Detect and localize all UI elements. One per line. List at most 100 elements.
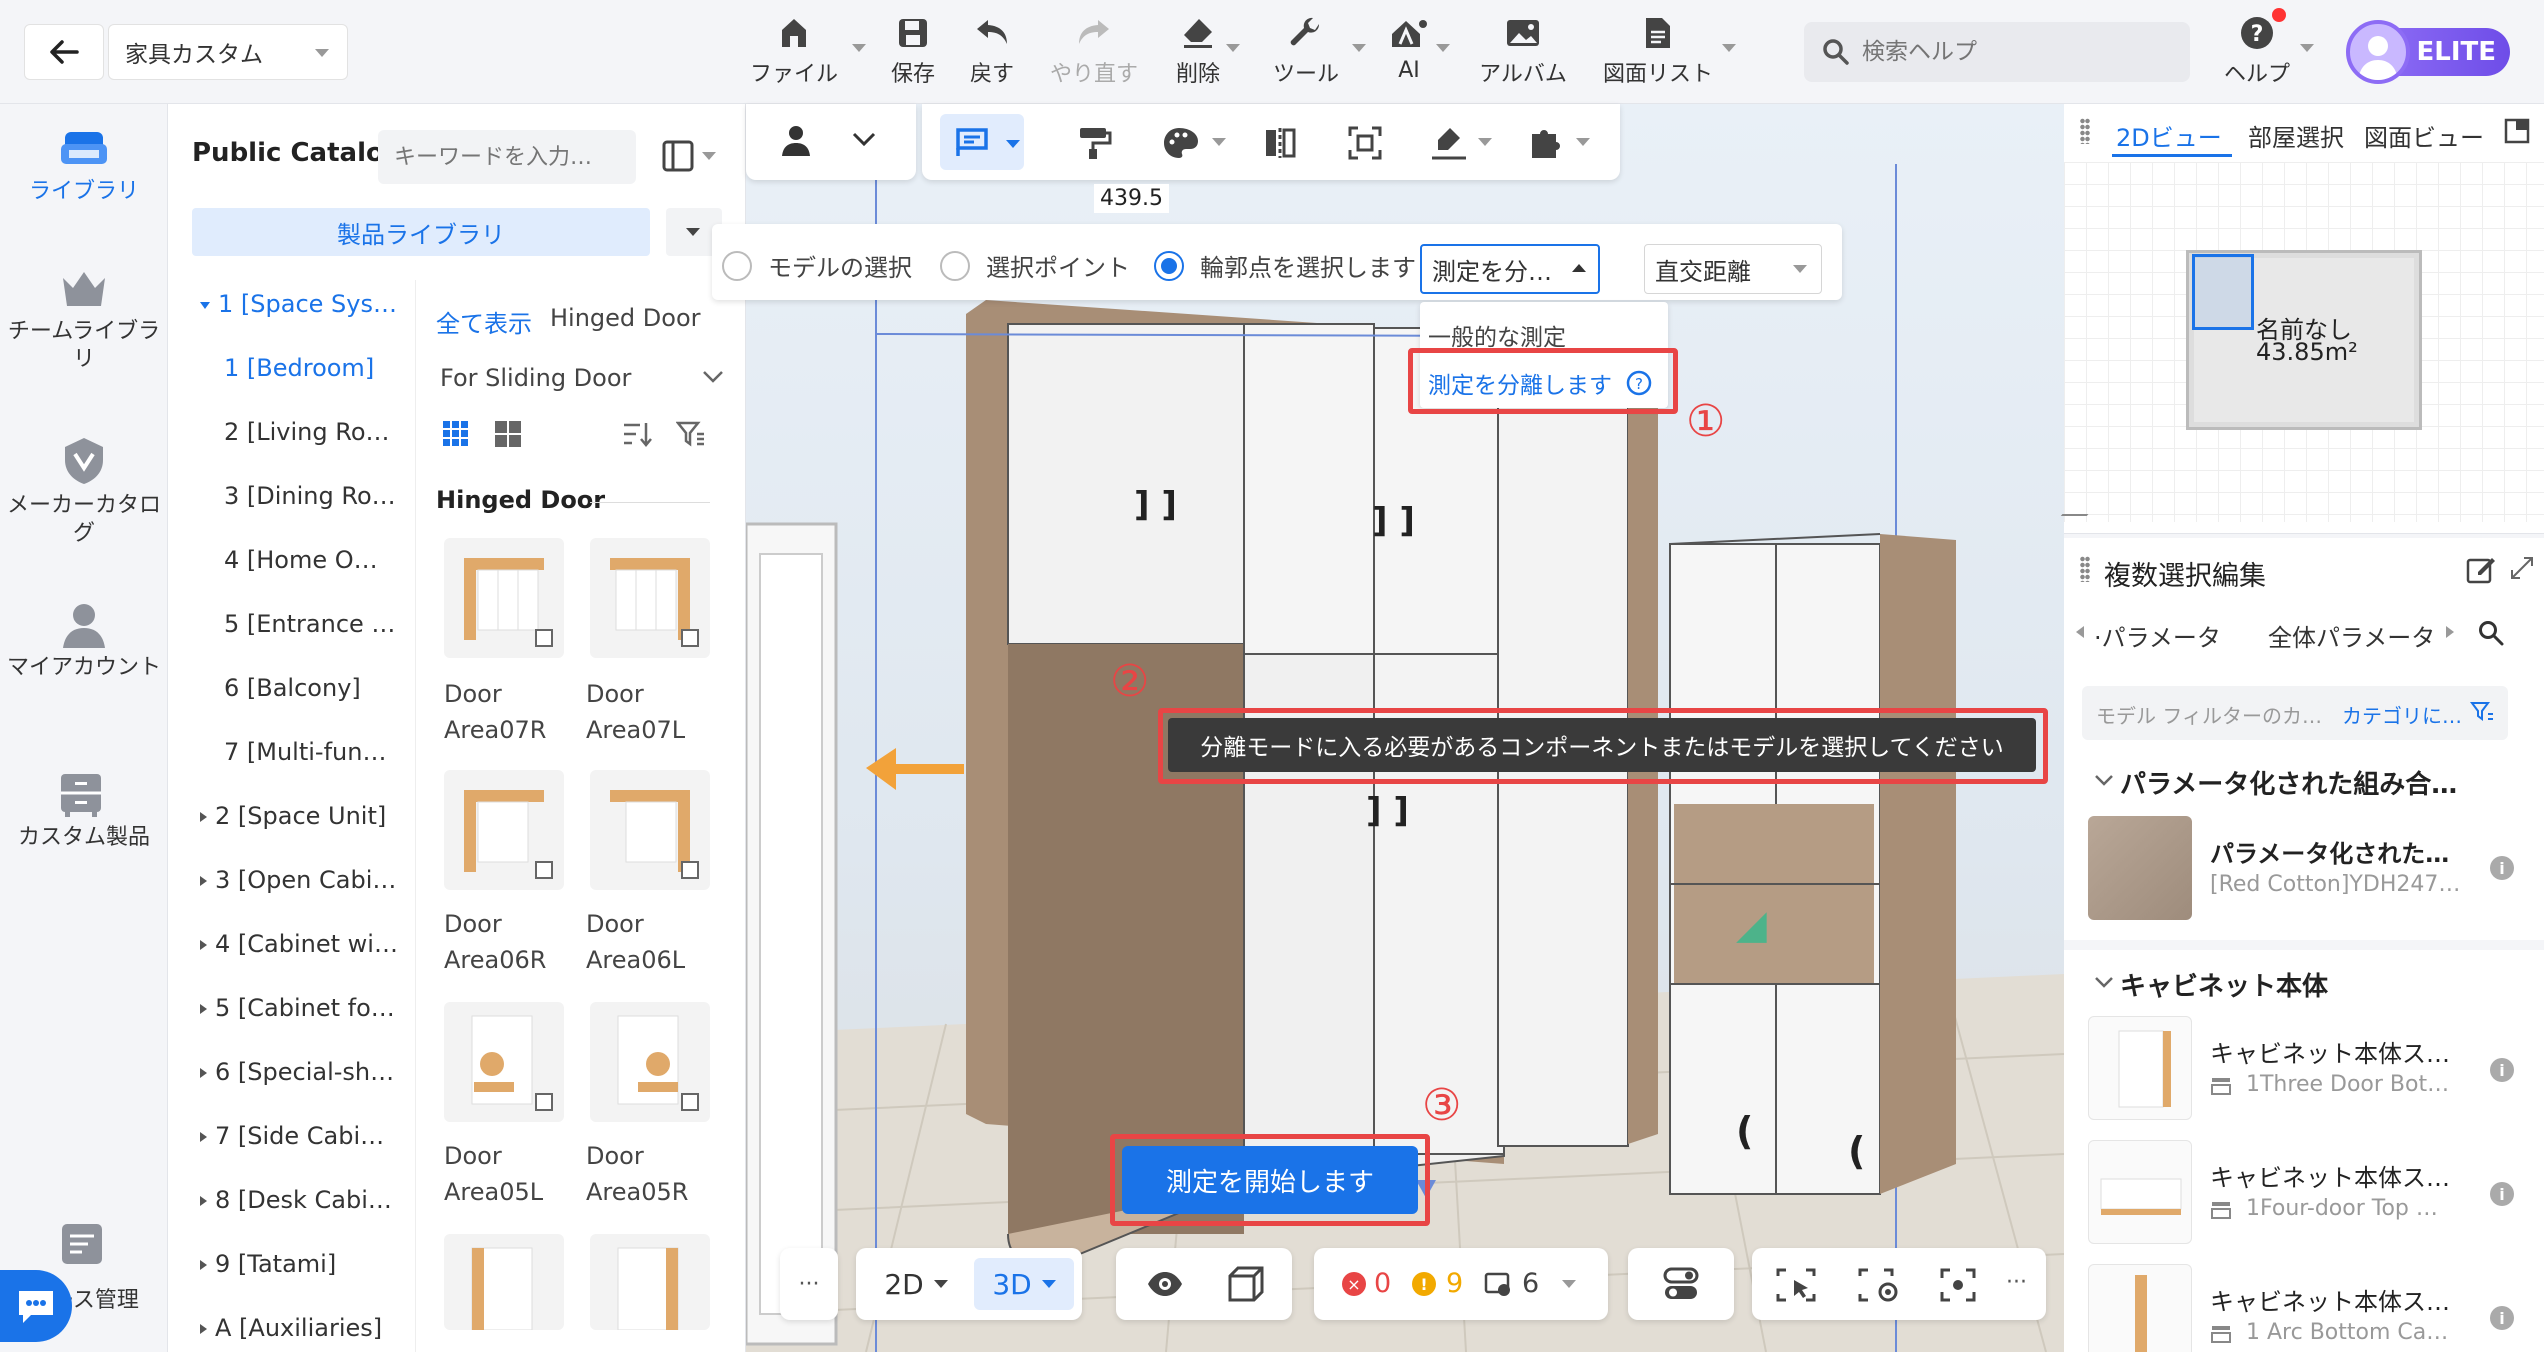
- tree-item[interactable]: 2 [Living Ro…: [224, 418, 390, 446]
- info-icon[interactable]: i: [2490, 1058, 2514, 1082]
- undo-button[interactable]: 戻す: [962, 14, 1022, 88]
- edge-brush-icon[interactable]: [1430, 126, 1468, 160]
- caret-right-icon[interactable]: [200, 812, 207, 822]
- product-thumb[interactable]: [444, 538, 564, 658]
- nav-item-maker-catalog[interactable]: メーカーカタログ: [0, 436, 168, 548]
- palette-icon[interactable]: [1162, 126, 1200, 160]
- redo-button[interactable]: やり直す: [1046, 14, 1142, 88]
- measure-tool-button[interactable]: [940, 114, 1024, 170]
- tree-item[interactable]: 4 [Cabinet wi…: [200, 930, 398, 958]
- tree-item[interactable]: 5 [Entrance …: [224, 610, 395, 638]
- measure-mode-dropdown[interactable]: 測定を分…: [1420, 244, 1600, 294]
- caret-right-icon[interactable]: [200, 1324, 207, 1334]
- save-button[interactable]: 保存: [882, 14, 944, 88]
- resize-handle-icon[interactable]: [2060, 494, 2106, 516]
- caret-right-icon[interactable]: [200, 1196, 207, 1206]
- chat-support-button[interactable]: [0, 1270, 72, 1342]
- caret-right-icon[interactable]: [200, 876, 207, 886]
- info-icon[interactable]: i: [2490, 1306, 2514, 1330]
- product-thumb[interactable]: [590, 770, 710, 890]
- chevron-down-icon[interactable]: [852, 132, 876, 148]
- tab-drawing-view[interactable]: 図面ビュー: [2364, 118, 2484, 153]
- help-button[interactable]: ? ヘルプ: [2222, 14, 2292, 88]
- person-icon[interactable]: [780, 124, 812, 156]
- file-menu-button[interactable]: ファイル: [748, 14, 840, 88]
- info-icon[interactable]: i: [2490, 856, 2514, 880]
- expand-panel-icon[interactable]: [2504, 118, 2530, 144]
- nav-item-library[interactable]: ライブラリ: [0, 128, 168, 206]
- product-thumb[interactable]: [444, 1234, 564, 1331]
- drag-handle-icon[interactable]: [2080, 118, 2090, 144]
- tab-scroll-right-icon[interactable]: [2446, 626, 2454, 638]
- tree-item[interactable]: 3 [Open Cabi…: [200, 866, 396, 894]
- help-search[interactable]: [1804, 22, 2190, 82]
- drag-handle-icon[interactable]: [2080, 556, 2090, 582]
- radio-contour-select[interactable]: 輪郭点を選択します: [1154, 248, 1416, 283]
- catalog-search-input[interactable]: [378, 130, 636, 184]
- caret-right-icon[interactable]: [200, 1260, 207, 1270]
- focus-icon[interactable]: [1940, 1268, 1976, 1302]
- delete-button[interactable]: 削除: [1170, 14, 1226, 88]
- camera-settings-icon[interactable]: [1858, 1268, 1900, 1302]
- grid-large-icon[interactable]: [494, 420, 522, 448]
- tree-item[interactable]: 1 [Space Sys…: [200, 290, 397, 318]
- info-icon[interactable]: i: [2490, 1182, 2514, 1206]
- filter-hinged-door[interactable]: Hinged Door: [550, 304, 701, 332]
- tab-2d-view[interactable]: 2Dビュー: [2116, 118, 2222, 153]
- user-account[interactable]: ELITE: [2346, 20, 2516, 84]
- tree-item[interactable]: 5 [Cabinet fo…: [200, 994, 395, 1022]
- caret-right-icon[interactable]: [200, 940, 207, 950]
- floorplan-minimap[interactable]: 名前なし 43.85m²: [2060, 162, 2544, 522]
- option-general-measure[interactable]: 一般的な測定: [1428, 318, 1566, 352]
- tab-parameters[interactable]: ·パラメータ: [2094, 618, 2221, 653]
- list-item[interactable]: キャビネット本体ス… 1Four-door Top … i: [2082, 1134, 2522, 1252]
- tab-scroll-left-icon[interactable]: [2076, 626, 2084, 638]
- radio-model-select[interactable]: モデルの選択: [722, 248, 912, 283]
- ai-menu-button[interactable]: AI: [1384, 14, 1434, 88]
- filter-category[interactable]: カテゴリに…: [2342, 700, 2462, 729]
- tree-item[interactable]: A [Auxiliaries]: [200, 1314, 382, 1342]
- more-dots-icon[interactable]: ···: [2006, 1270, 2027, 1295]
- edit-icon[interactable]: [2466, 554, 2496, 584]
- show-all-link[interactable]: 全て表示: [436, 304, 532, 339]
- mode-2d-button[interactable]: 2D: [866, 1258, 966, 1310]
- chevron-down-icon[interactable]: [2094, 774, 2114, 786]
- tree-item[interactable]: 6 [Balcony]: [224, 674, 361, 702]
- caret-right-icon[interactable]: [200, 1068, 207, 1078]
- list-item[interactable]: キャビネット本体ス… 1Three Door Bot… i: [2082, 1010, 2522, 1128]
- more-button-left[interactable]: ···: [780, 1248, 838, 1320]
- nav-item-my-account[interactable]: マイアカウント: [0, 602, 168, 682]
- eye-icon[interactable]: [1146, 1270, 1184, 1298]
- group2-title[interactable]: キャビネット本体: [2120, 966, 2328, 1003]
- album-button[interactable]: アルバム: [1478, 14, 1568, 88]
- filter-sliding-door[interactable]: For Sliding Door: [440, 364, 631, 392]
- toggle-settings-button[interactable]: [1628, 1248, 1734, 1320]
- tab-room-select[interactable]: 部屋選択: [2248, 118, 2344, 153]
- tree-item[interactable]: 3 [Dining Ro…: [224, 482, 396, 510]
- filter-icon[interactable]: [676, 420, 706, 448]
- paint-roller-icon[interactable]: [1076, 126, 1112, 160]
- product-thumb[interactable]: [590, 538, 710, 658]
- project-selector[interactable]: 家具カスタム: [108, 24, 348, 80]
- puzzle-icon[interactable]: [1528, 126, 1564, 160]
- sort-icon[interactable]: [622, 420, 652, 448]
- product-thumb[interactable]: [444, 770, 564, 890]
- group1-title[interactable]: パラメータ化された組み合…: [2120, 764, 2457, 801]
- tools-menu-button[interactable]: ツール: [1270, 14, 1342, 88]
- product-thumb[interactable]: [590, 1234, 710, 1331]
- radio-point-select[interactable]: 選択ポイント: [940, 248, 1130, 283]
- tree-item[interactable]: 7 [Side Cabi…: [200, 1122, 384, 1150]
- tree-item[interactable]: 4 [Home O…: [224, 546, 378, 574]
- caret-down-icon[interactable]: [200, 301, 210, 309]
- expand-arrows-icon[interactable]: [2510, 556, 2534, 580]
- product-thumb[interactable]: [590, 1002, 710, 1122]
- caret-right-icon[interactable]: [200, 1132, 207, 1142]
- product-thumb[interactable]: [444, 1002, 564, 1122]
- drawing-list-button[interactable]: 図面リスト: [1602, 14, 1714, 88]
- grid-small-icon[interactable]: [442, 420, 470, 448]
- model-filter[interactable]: モデル フィルターのカ… カテゴリに…: [2082, 686, 2508, 740]
- list-item[interactable]: パラメータ化された… [Red Cotton]YDH247… i: [2082, 808, 2522, 928]
- distance-type-dropdown[interactable]: 直交距離: [1644, 244, 1822, 294]
- tree-item[interactable]: 8 [Desk Cabi…: [200, 1186, 392, 1214]
- help-search-input[interactable]: [1862, 39, 2162, 65]
